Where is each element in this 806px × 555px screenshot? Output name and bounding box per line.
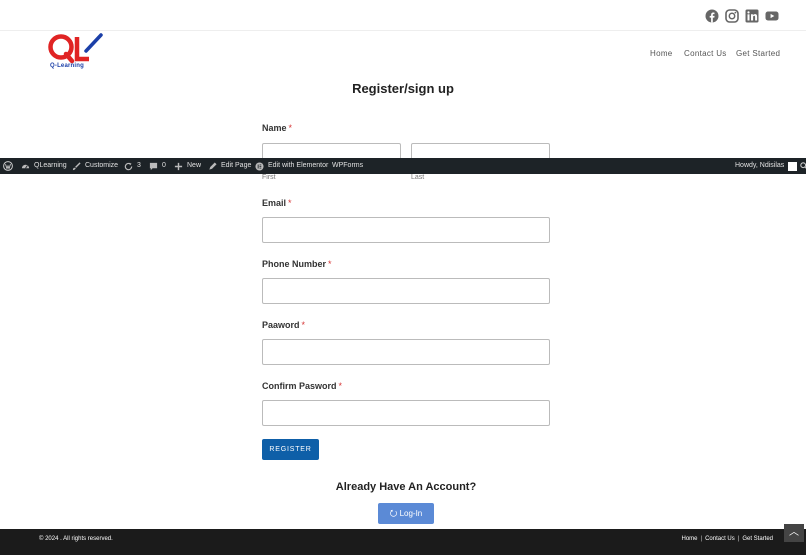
admin-elementor[interactable]: Edit with Elementor (255, 158, 328, 174)
scroll-to-top-button[interactable]: ︿ (784, 524, 804, 542)
admin-customize[interactable]: Customize (72, 158, 118, 174)
confirm-password-label: Confirm Pasword * (262, 381, 342, 391)
admin-comments-count: 0 (162, 162, 166, 169)
brush-icon (72, 161, 81, 171)
copyright-text: © 2024 . All rights reserved. (39, 536, 113, 542)
login-button-label: Log-In (399, 509, 423, 518)
required-marker: * (338, 381, 343, 391)
confirm-password-field[interactable] (262, 400, 550, 426)
admin-wpforms-label: WPForms (332, 162, 364, 169)
page-title: Register/sign up (352, 81, 454, 96)
phone-label: Phone Number * (262, 259, 332, 269)
elementor-icon (255, 161, 264, 171)
instagram-icon[interactable] (725, 9, 739, 23)
password-label: Paaword * (262, 320, 305, 330)
footer-separator: | (737, 536, 740, 542)
updates-icon (124, 162, 133, 171)
register-button[interactable]: REGISTER (262, 439, 319, 460)
password-field[interactable] (262, 339, 550, 365)
nav-contact-us[interactable]: Contact Us (684, 49, 727, 58)
comment-icon (149, 162, 158, 171)
youtube-icon[interactable] (765, 9, 779, 23)
admin-site-link[interactable]: QLearning (21, 158, 67, 174)
nav-get-started[interactable]: Get Started (736, 49, 780, 58)
already-have-account-heading: Already Have An Account? (335, 481, 477, 493)
email-label-text: Email (262, 198, 287, 208)
admin-howdy: Howdy, Ndisilas (735, 162, 785, 169)
admin-account[interactable]: Howdy, Ndisilas (735, 158, 798, 174)
login-button[interactable]: ⭮ Log-In (378, 503, 434, 524)
admin-new[interactable]: New (174, 158, 201, 174)
facebook-icon[interactable] (705, 9, 719, 23)
email-label: Email * (262, 198, 292, 208)
admin-wpforms[interactable]: WPForms (332, 158, 363, 174)
avatar (788, 161, 798, 171)
admin-comments[interactable]: 0 (149, 158, 166, 174)
email-field[interactable] (262, 217, 550, 243)
admin-search-icon[interactable] (800, 158, 806, 174)
chevron-up-icon: ︿ (789, 527, 799, 538)
footer-link-get-started[interactable]: Get Started (742, 536, 773, 542)
password-label-text: Paaword (262, 320, 300, 330)
pencil-icon (208, 161, 217, 171)
linkedin-icon[interactable] (745, 9, 759, 23)
required-marker: * (328, 259, 332, 269)
nav-home[interactable]: Home (650, 49, 673, 58)
admin-new-label: New (187, 162, 202, 169)
name-label-text: Name (262, 123, 287, 133)
footer-link-home[interactable]: Home (681, 536, 697, 542)
name-label: Name * (262, 123, 292, 133)
phone-field[interactable] (262, 278, 550, 304)
dashboard-icon (21, 162, 30, 171)
footer-links: Home | Contact Us | Get Started (681, 536, 773, 542)
login-icon: ⭮ (389, 508, 398, 518)
wordpress-icon[interactable] (3, 158, 13, 174)
admin-bar: QLearning Customize 3 0 New Edit Page Ed… (0, 158, 806, 174)
site-footer: © 2024 . All rights reserved. Home | Conta… (0, 529, 806, 555)
admin-site-name: QLearning (34, 162, 67, 169)
footer-link-contact-us[interactable]: Contact Us (705, 536, 735, 542)
last-sublabel: Last (411, 174, 425, 181)
admin-customize-label: Customize (85, 162, 119, 169)
required-marker: * (288, 198, 292, 208)
required-marker: * (301, 320, 306, 330)
top-social-bar (0, 0, 806, 31)
admin-elementor-label: Edit with Elementor (268, 162, 329, 169)
plus-icon (174, 162, 183, 171)
required-marker: * (288, 123, 293, 133)
admin-edit-page[interactable]: Edit Page (208, 158, 251, 174)
logo-tagline: Q-Learning (50, 63, 85, 69)
confirm-password-label-text: Confirm Pasword (262, 381, 337, 391)
phone-label-text: Phone Number (262, 259, 327, 269)
admin-updates[interactable]: 3 (124, 158, 141, 174)
footer-separator: | (700, 536, 703, 542)
first-sublabel: First (262, 174, 276, 181)
admin-edit-page-label: Edit Page (221, 162, 252, 169)
admin-updates-count: 3 (137, 162, 141, 169)
